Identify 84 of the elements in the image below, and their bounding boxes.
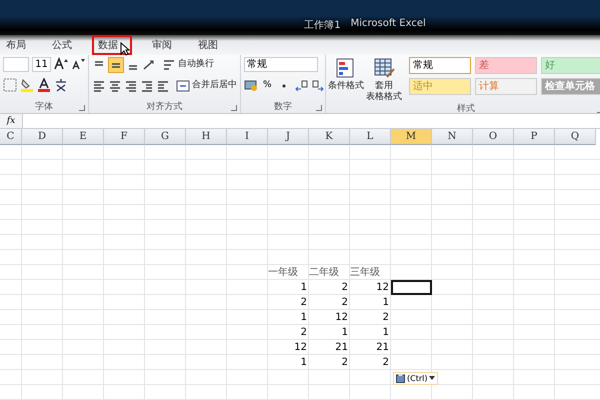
fill-color-icon[interactable]	[20, 78, 34, 92]
table-cell-text: 1	[300, 356, 308, 370]
dialog-launcher-icon[interactable]	[79, 104, 85, 111]
font-size-field[interactable]: 11	[32, 56, 51, 72]
group-label: 样式	[457, 102, 475, 116]
ribbon-tab[interactable]: 数据	[92, 34, 132, 55]
active-cell[interactable]	[391, 280, 432, 295]
table-cell-text: 2	[382, 356, 390, 370]
table-cell-text: 2	[340, 280, 349, 295]
table-cell-text: 1	[300, 310, 308, 325]
column-header[interactable]: G	[145, 129, 186, 145]
formula-input-field[interactable]	[22, 114, 600, 128]
wrap-text-button[interactable]: 自动换行	[162, 58, 214, 72]
cell-style[interactable]: 常规	[409, 56, 471, 74]
font-name-field[interactable]	[3, 56, 30, 72]
shrink-font-icon[interactable]	[71, 57, 85, 72]
merge-cells-icon[interactable]	[176, 78, 190, 93]
column-header[interactable]: Q	[555, 129, 596, 145]
clipboard-icon	[396, 374, 405, 383]
window-title: 工作簿1	[304, 18, 341, 32]
group-label: 对齐方式	[146, 100, 182, 114]
number-format-field[interactable]: 常规	[244, 56, 318, 72]
table-cell-text: 2	[340, 356, 349, 370]
group-label: 数字	[274, 100, 292, 114]
cursor-icon	[120, 42, 130, 56]
column-header[interactable]: M	[391, 129, 432, 145]
column-header[interactable]: K	[309, 129, 350, 145]
column-header[interactable]: N	[432, 129, 473, 145]
table-header-cell-text: 一年级	[268, 266, 299, 280]
table-cell-text: 21	[334, 340, 349, 355]
percent-button[interactable]: %	[261, 80, 274, 90]
column-header[interactable]: L	[350, 129, 391, 145]
table-cell-text: 2	[300, 296, 308, 310]
dialog-launcher-icon[interactable]	[231, 104, 237, 111]
align-middle-icon[interactable]	[108, 56, 124, 73]
table-cell-text: 1	[382, 326, 390, 340]
border-icon[interactable]	[3, 78, 17, 92]
column-header[interactable]: F	[104, 129, 145, 145]
currency-icon[interactable]	[244, 78, 258, 92]
decrease-decimal-icon[interactable]	[310, 78, 325, 92]
ribbon-tab[interactable]: 审阅	[146, 34, 178, 55]
app-name: Microsoft Excel	[350, 18, 426, 31]
group-label: 字体	[35, 100, 53, 114]
column-header[interactable]: O	[473, 129, 514, 145]
table-cell-text: 2	[382, 310, 390, 325]
table-cell-text: 1	[300, 280, 308, 295]
decrease-indent-icon[interactable]	[140, 78, 154, 93]
grow-font-icon[interactable]	[54, 57, 68, 72]
insert-function-button[interactable]: fx	[0, 114, 22, 128]
table-cell-text: 2	[340, 296, 349, 310]
column-header[interactable]: D	[22, 129, 63, 145]
column-header[interactable]: E	[63, 129, 104, 145]
conditional-format-button[interactable]: 条件格式	[329, 56, 363, 92]
table-format-icon	[373, 56, 395, 79]
table-format-button[interactable]: 套用 表格格式	[367, 56, 401, 103]
align-right-icon[interactable]	[124, 78, 138, 93]
table-cell-text: 2	[300, 326, 308, 340]
table-header-cell-text: 二年级	[309, 266, 340, 280]
text-orientation-icon[interactable]	[142, 58, 156, 72]
dialog-launcher-icon[interactable]	[316, 104, 322, 111]
wrap-text-icon[interactable]	[162, 58, 176, 72]
table-cell-text: 12	[293, 340, 308, 355]
caret-icon	[429, 376, 436, 380]
table-cell-text: 21	[375, 340, 390, 355]
ribbon-tab[interactable]: 布局	[0, 34, 32, 55]
align-left-icon[interactable]	[92, 78, 106, 93]
align-center-icon[interactable]	[108, 78, 122, 93]
column-header[interactable]: C	[0, 129, 22, 145]
table-cell-text: 12	[375, 280, 390, 295]
ribbon-tab[interactable]: 公式	[46, 34, 78, 55]
table-cell-text: 12	[334, 310, 349, 325]
paste-options-button[interactable]: (Ctrl)	[393, 372, 438, 385]
table-header-cell-text: 三年级	[350, 266, 381, 280]
table-cell-text: 1	[340, 326, 349, 340]
increase-indent-icon[interactable]	[156, 78, 170, 93]
font-color-icon[interactable]	[37, 78, 51, 92]
increase-decimal-icon[interactable]	[294, 78, 308, 92]
table-cell-text: 1	[382, 296, 390, 310]
column-header[interactable]: J	[268, 129, 309, 145]
merge-center-button[interactable]: 合并后居中	[176, 78, 237, 93]
column-header[interactable]: H	[186, 129, 227, 145]
column-header[interactable]: I	[227, 129, 268, 145]
ribbon-tab[interactable]: 视图	[192, 34, 224, 55]
column-header[interactable]: P	[514, 129, 555, 145]
